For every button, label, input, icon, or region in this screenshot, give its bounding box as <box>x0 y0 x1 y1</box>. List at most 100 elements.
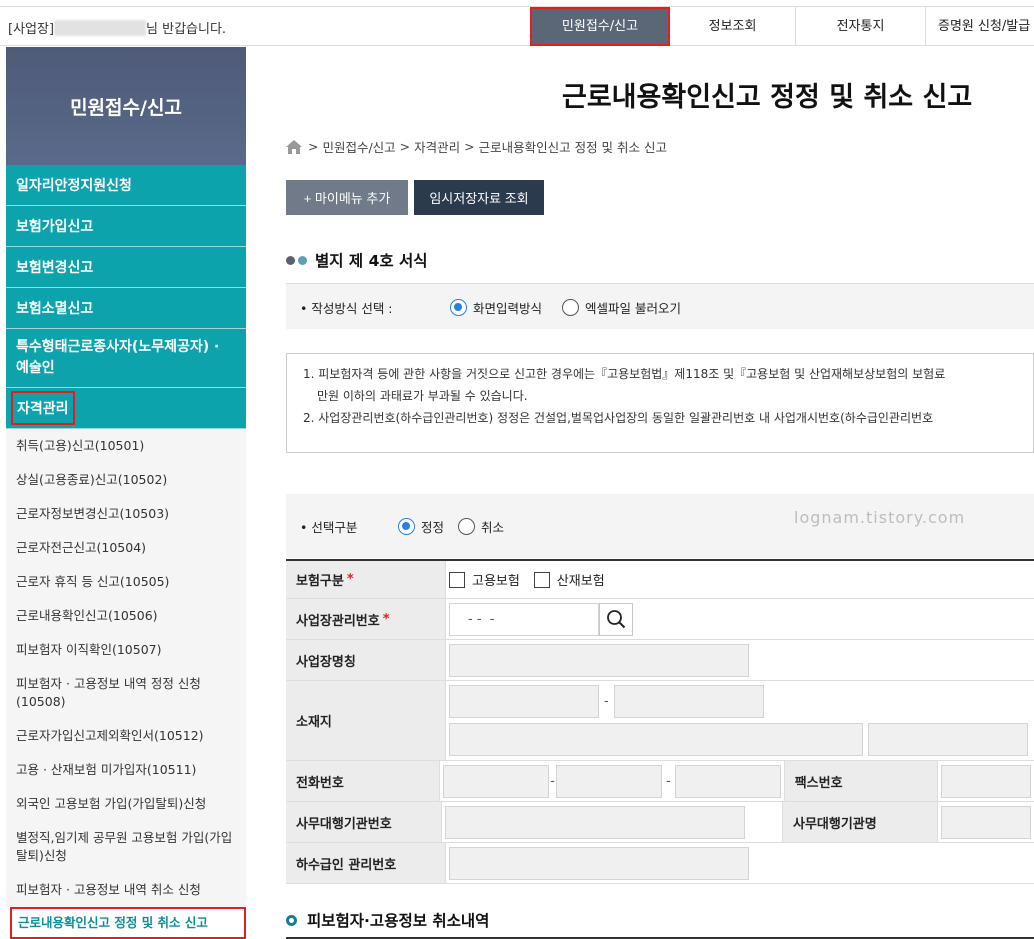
sidebar-sub-item[interactable]: 외국인 고용보험 가입(가입탈퇴)신청 <box>6 787 246 821</box>
sidebar-sub-item[interactable]: 상실(고용종료)신고(10502) <box>6 463 246 497</box>
cell-sub-contractor <box>446 843 1034 883</box>
address-detail-row <box>449 723 1028 756</box>
required-mark: * <box>382 611 390 627</box>
sidebar-sub-item[interactable]: 근로자가입신고제외확인서(10512) <box>6 719 246 753</box>
breadcrumb-sep: > <box>308 139 319 154</box>
temp-save-view-button[interactable]: 임시저장자료 조회 <box>414 180 544 215</box>
add-my-menu-button[interactable]: + 마이메뉴 추가 <box>286 180 408 215</box>
cell-biz-no: - - - <box>446 599 1034 639</box>
row-address: 소재지 - <box>286 681 1034 761</box>
row-agency: 사무대행기관번호 사무대행기관명 <box>286 802 1034 843</box>
zip-input-1[interactable] <box>449 685 599 718</box>
selection-option-correct[interactable]: 정정 <box>398 494 444 558</box>
cancel-section-title-text: 피보험자·고용정보 취소내역 <box>307 912 490 930</box>
address-zip-row: - <box>449 685 764 718</box>
sidebar-group-join[interactable]: 보험가입신고 <box>6 206 246 247</box>
sidebar: 민원접수/신고 일자리안정지원신청 보험가입신고 보험변경신고 보험소멸신고 특… <box>6 47 246 939</box>
blurred-name <box>54 20 147 36</box>
top-nav-complaint[interactable]: 민원접수/신고 <box>530 7 670 46</box>
form-table: 보험구분 * 고용보험 산재보험 사업장관리번호 * - - - 사업장명칭 소… <box>286 559 1034 884</box>
sidebar-sub-item[interactable]: 근로자 휴직 등 신고(10505) <box>6 565 246 599</box>
method-option-screen-label: 화면입력방식 <box>473 300 543 316</box>
checkbox-employment-label: 고용보험 <box>472 574 520 589</box>
sidebar-sub-item[interactable]: 취득(고용)신고(10501) <box>6 429 246 463</box>
notice-line: 만원 이하의 과태료가 부과될 수 있습니다. <box>317 389 528 403</box>
checkbox-employment[interactable] <box>449 571 465 588</box>
breadcrumb-item[interactable]: 민원접수/신고 <box>322 137 395 156</box>
home-icon[interactable] <box>286 139 302 154</box>
top-nav-info[interactable]: 정보조회 <box>670 7 796 46</box>
sidebar-title: 민원접수/신고 <box>6 47 246 165</box>
sidebar-sub-item[interactable]: 피보험자 · 고용정보 내역 정정 신청(10508) <box>6 667 246 719</box>
dash: - <box>604 694 609 709</box>
radio-icon[interactable] <box>458 517 475 535</box>
sidebar-sub-item[interactable]: 근로자전근신고(10504) <box>6 531 246 565</box>
cell-fax <box>938 761 1034 801</box>
sidebar-group-job-support[interactable]: 일자리안정지원신청 <box>6 165 246 206</box>
notice-line: 2. 사업장관리번호(하수급인관리번호) 정정은 건설업,벌목업사업장의 동일한… <box>303 411 934 425</box>
radio-selected-icon[interactable] <box>450 298 467 316</box>
sub-contractor-input[interactable] <box>449 846 749 880</box>
label-biz-no: 사업장관리번호 * <box>286 599 446 639</box>
greeting-prefix: [사업장] <box>8 22 55 37</box>
selection-option-correct-label: 정정 <box>421 519 445 535</box>
selection-option-cancel[interactable]: 취소 <box>458 494 504 558</box>
sidebar-group-terminate[interactable]: 보험소멸신고 <box>6 288 246 329</box>
radio-selected-icon[interactable] <box>398 517 415 535</box>
watermark: lognam.tistory.com <box>794 508 966 527</box>
dash: - <box>550 773 555 789</box>
phone-input-2[interactable] <box>555 764 662 798</box>
method-option-screen[interactable]: 화면입력방식 <box>450 284 542 330</box>
fax-input[interactable] <box>941 764 1031 798</box>
breadcrumb-current: 근로내용확인신고 정정 및 취소 신고 <box>478 140 668 155</box>
phone-input-3[interactable] <box>674 764 781 798</box>
label-biz-no-text: 사업장관리번호 <box>296 613 380 629</box>
sidebar-sub-item[interactable]: 근로자정보변경신고(10503) <box>6 497 246 531</box>
label-phone: 전화번호 <box>286 761 441 801</box>
breadcrumb-item[interactable]: 자격관리 <box>414 137 460 156</box>
radio-icon[interactable] <box>562 298 579 316</box>
search-icon <box>607 610 626 629</box>
greeting-text: [사업장] 님 반갑습니다. <box>8 18 226 37</box>
notice-line: 1. 피보험자격 등에 관한 사항을 거짓으로 신고한 경우에는『고용보험법』제… <box>303 367 946 381</box>
sidebar-sub-item[interactable]: 피보험자 이직확인(10507) <box>6 633 246 667</box>
address-input[interactable] <box>449 723 863 756</box>
form-section-title: 별지 제 4호 서식 <box>286 249 428 271</box>
sidebar-group-qualification[interactable]: 자격관리 <box>6 388 246 429</box>
method-select-box: • 작성방식 선택 : 화면입력방식 엑셀파일 불러오기 <box>286 283 1034 329</box>
label-agency-no: 사무대행기관번호 <box>286 802 442 842</box>
page-title: 근로내용확인신고 정정 및 취소 신고 <box>562 82 973 113</box>
row-biz-name: 사업장명칭 <box>286 640 1034 681</box>
zip-input-2[interactable] <box>613 685 764 718</box>
sidebar-sub-item-active[interactable]: 근로내용확인신고 정정 및 취소 신고 <box>10 907 246 939</box>
sidebar-sub-item[interactable]: 고용 · 산재보험 미가입자(10511) <box>6 753 246 787</box>
checkbox-industrial-label: 산재보험 <box>556 574 605 589</box>
search-button[interactable] <box>599 602 633 636</box>
agency-no-input[interactable] <box>444 805 745 839</box>
label-biz-name: 사업장명칭 <box>286 640 446 680</box>
sidebar-group-change[interactable]: 보험변경신고 <box>6 247 246 288</box>
checkbox-industrial[interactable] <box>533 571 550 588</box>
cell-agency-no <box>442 802 782 842</box>
cell-biz-name <box>446 640 1034 680</box>
phone-input-1[interactable] <box>443 764 550 798</box>
breadcrumb: > 민원접수/신고 > 자격관리 > 근로내용확인신고 정정 및 취소 신고 <box>286 137 667 156</box>
form-section-title-text: 별지 제 4호 서식 <box>315 252 428 270</box>
top-nav-certificate[interactable]: 증명원 신청/발급 <box>926 7 1034 46</box>
biz-no-input[interactable]: - - - <box>449 602 599 636</box>
top-nav-notice[interactable]: 전자통지 <box>796 7 926 46</box>
biz-name-input[interactable] <box>449 643 749 677</box>
sidebar-sub-item[interactable]: 별정직,임기제 공무원 고용보험 가입(가입탈퇴)신청 <box>6 821 246 873</box>
top-bar: [사업장] 님 반갑습니다. 민원접수/신고 정보조회 전자통지 증명원 신청/발… <box>0 6 1034 46</box>
label-sub-contractor: 하수급인 관리번호 <box>286 843 446 883</box>
address-detail-input[interactable] <box>868 723 1028 756</box>
sidebar-sub-item[interactable]: 근로내용확인신고(10506) <box>6 599 246 633</box>
section-ring-icon <box>286 914 297 926</box>
cell-phone: - - <box>440 761 783 801</box>
sidebar-group-special[interactable]: 특수형태근로종사자(노무제공자) · 예술인 <box>6 329 246 388</box>
agency-name-input[interactable] <box>941 805 1031 839</box>
row-sub-contractor: 하수급인 관리번호 <box>286 843 1034 884</box>
sidebar-sub-item[interactable]: 피보험자 · 고용정보 내역 취소 신청 <box>6 873 246 907</box>
label-address: 소재지 <box>286 681 446 760</box>
method-option-excel[interactable]: 엑셀파일 불러오기 <box>562 284 681 330</box>
